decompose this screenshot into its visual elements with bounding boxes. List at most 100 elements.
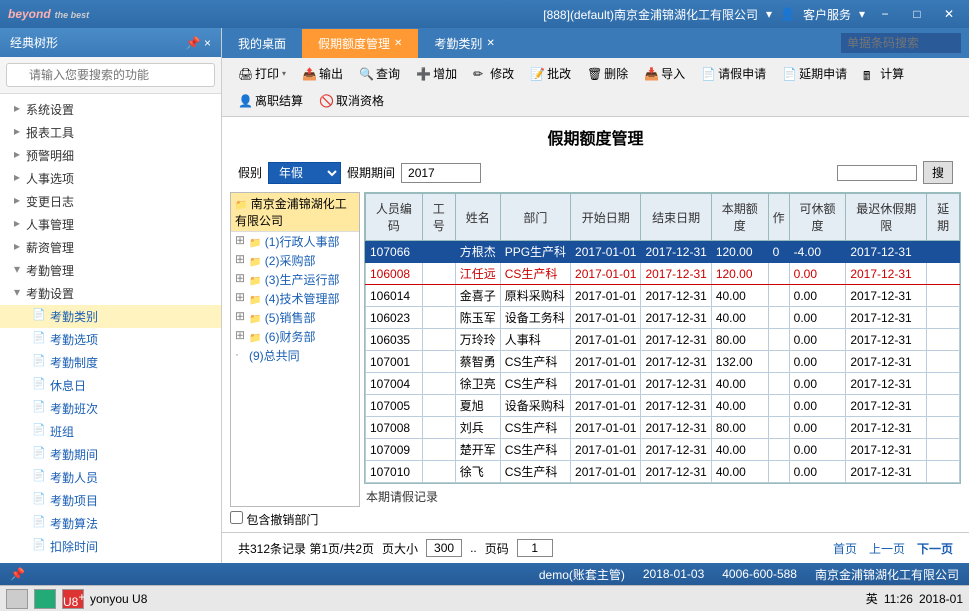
sidebar-item[interactable]: 考勤项目 bbox=[0, 489, 221, 512]
grid-header[interactable]: 本期额度 bbox=[711, 194, 768, 241]
dept-node[interactable]: (9)总共同 bbox=[231, 346, 359, 365]
grid-header[interactable]: 工号 bbox=[422, 194, 455, 241]
sidebar-pin-icon[interactable]: 📌 × bbox=[186, 36, 211, 50]
grid-row[interactable]: 107001蔡智勇CS生产科2017-01-012017-12-31132.00… bbox=[366, 351, 960, 373]
sidebar-item[interactable]: 预警明细 bbox=[0, 144, 221, 167]
sidebar-item[interactable]: 考勤制度 bbox=[0, 351, 221, 374]
grid-row[interactable]: 107004徐卫亮CS生产科2017-01-012017-12-3140.000… bbox=[366, 373, 960, 395]
sidebar-item[interactable]: 薪资管理 bbox=[0, 236, 221, 259]
grid-row[interactable]: 107010徐飞CS生产科2017-01-012017-12-3140.000.… bbox=[366, 461, 960, 483]
toolbar-查询[interactable]: 🔍查询 bbox=[353, 62, 406, 85]
pager-next[interactable]: 下一页 bbox=[917, 540, 953, 557]
grid-row[interactable]: 106035万玲玲人事科2017-01-012017-12-3180.000.0… bbox=[366, 329, 960, 351]
toolbar-删除[interactable]: 🗑删除 bbox=[581, 62, 634, 85]
filter-search-button[interactable]: 搜 bbox=[923, 161, 953, 184]
grid-header[interactable]: 延期 bbox=[927, 194, 960, 241]
grid-row[interactable]: 106023陈玉军设备工务科2017-01-012017-12-3140.000… bbox=[366, 307, 960, 329]
grid-row[interactable]: 106014金喜子原料采购科2017-01-012017-12-3140.000… bbox=[366, 285, 960, 307]
close-button[interactable]: ✕ bbox=[937, 7, 961, 21]
dept-node[interactable]: 📁 (4)技术管理部 bbox=[231, 289, 359, 308]
sidebar-item[interactable]: 报表工具 bbox=[0, 121, 221, 144]
pagesize-input[interactable] bbox=[426, 539, 462, 557]
service-link[interactable]: 客户服务 bbox=[803, 6, 851, 23]
sidebar-item[interactable]: 考勤选项 bbox=[0, 328, 221, 351]
sidebar-tree: 系统设置报表工具预警明细人事选项变更日志人事管理薪资管理考勤管理考勤设置考勤类别… bbox=[0, 94, 221, 563]
toolbar-输出[interactable]: 📤输出 bbox=[296, 62, 349, 85]
tab-search-input[interactable] bbox=[841, 33, 961, 53]
sidebar-item[interactable]: 考勤期间 bbox=[0, 443, 221, 466]
dept-root[interactable]: 📁 南京金浦锦湖化工有限公司 bbox=[231, 193, 359, 232]
sidebar-item[interactable]: 考勤算法 bbox=[0, 512, 221, 535]
grid-row[interactable]: 107005夏旭设备采购科2017-01-012017-12-3140.000.… bbox=[366, 395, 960, 417]
dept-node[interactable]: 📁 (6)财务部 bbox=[231, 327, 359, 346]
ime-indicator[interactable]: 英 bbox=[866, 590, 878, 607]
dept-node[interactable]: 📁 (5)销售部 bbox=[231, 308, 359, 327]
filter-type-select[interactable]: 年假 bbox=[268, 162, 341, 184]
minimize-button[interactable]: − bbox=[873, 7, 897, 21]
grid-header[interactable]: 结束日期 bbox=[641, 194, 711, 241]
toolbar-延期申请[interactable]: 📄延期申请 bbox=[776, 62, 853, 85]
status-pin-icon[interactable]: 📌 bbox=[10, 567, 25, 581]
filter-search-input[interactable] bbox=[837, 165, 917, 181]
toolbar-请假申请[interactable]: 📄请假申请 bbox=[695, 62, 772, 85]
grid-header[interactable]: 部门 bbox=[500, 194, 570, 241]
sidebar-item[interactable]: 人事选项 bbox=[0, 167, 221, 190]
sidebar-search-input[interactable] bbox=[6, 63, 215, 87]
taskbar-item[interactable] bbox=[34, 589, 56, 609]
toolbar-计算[interactable]: 🖩计算 bbox=[857, 62, 910, 85]
sidebar-item[interactable]: 考勤类别 bbox=[0, 305, 221, 328]
grid-row[interactable]: 107009楚开军CS生产科2017-01-012017-12-3140.000… bbox=[366, 439, 960, 461]
sidebar-item[interactable]: 考勤人员 bbox=[0, 466, 221, 489]
include-removed-dept-checkbox[interactable]: 包含撤销部门 bbox=[230, 513, 318, 527]
sidebar-item[interactable]: 系统设置 bbox=[0, 98, 221, 121]
tab-close-icon[interactable]: ✕ bbox=[486, 38, 494, 49]
tab[interactable]: 考勤类别✕ bbox=[418, 29, 510, 58]
dept-tree[interactable]: 📁 南京金浦锦湖化工有限公司 📁 (1)行政人事部📁 (2)采购部📁 (3)生产… bbox=[230, 192, 360, 507]
account-info[interactable]: [888](default)南京金浦锦湖化工有限公司 bbox=[543, 6, 758, 23]
grid-row[interactable]: 106008江任远CS生产科2017-01-012017-12-31120.00… bbox=[366, 263, 960, 285]
toolbar-修改[interactable]: ✏修改 bbox=[467, 62, 520, 85]
toolbar-批改[interactable]: 📝批改 bbox=[524, 62, 577, 85]
sidebar-item[interactable]: 变更日志 bbox=[0, 190, 221, 213]
grid-cell: 万玲玲 bbox=[455, 329, 500, 351]
maximize-button[interactable]: □ bbox=[905, 7, 929, 21]
tab[interactable]: 我的桌面 bbox=[222, 29, 302, 58]
toolbar-增加[interactable]: ➕增加 bbox=[410, 62, 463, 85]
dept-node[interactable]: 📁 (3)生产运行部 bbox=[231, 270, 359, 289]
grid-row[interactable]: 107066方根杰PPG生产科2017-01-012017-12-31120.0… bbox=[366, 241, 960, 263]
pager-first[interactable]: 首页 bbox=[833, 540, 857, 557]
toolbar-icon: 🖨 bbox=[238, 67, 252, 81]
taskbar-item[interactable] bbox=[6, 589, 28, 609]
grid-header[interactable]: 最迟休假期限 bbox=[846, 194, 927, 241]
sidebar-item[interactable]: 移动考勤 bbox=[0, 558, 221, 563]
sidebar-item[interactable]: 考勤管理 bbox=[0, 259, 221, 282]
toolbar-打印[interactable]: 🖨打印▾ bbox=[232, 62, 292, 85]
main-grid[interactable]: 人员编码工号姓名部门开始日期结束日期本期额度作可休额度最迟休假期限延期10706… bbox=[364, 192, 961, 484]
grid-header[interactable]: 姓名 bbox=[455, 194, 500, 241]
tab-close-icon[interactable]: ✕ bbox=[394, 38, 402, 49]
grid-header[interactable]: 作 bbox=[768, 194, 789, 241]
grid-cell: 2017-01-01 bbox=[571, 263, 641, 285]
sidebar-item[interactable]: 休息日 bbox=[0, 374, 221, 397]
toolbar-导入[interactable]: 📥导入 bbox=[638, 62, 691, 85]
pageno-input[interactable] bbox=[517, 539, 553, 557]
sidebar-item[interactable]: 班组 bbox=[0, 420, 221, 443]
sidebar-item[interactable]: 考勤班次 bbox=[0, 397, 221, 420]
filter-period-select[interactable]: 2017 bbox=[401, 163, 481, 183]
pager-prev[interactable]: 上一页 bbox=[869, 540, 905, 557]
grid-header[interactable]: 开始日期 bbox=[571, 194, 641, 241]
toolbar-离职结算[interactable]: 👤离职结算 bbox=[232, 89, 309, 112]
grid-header[interactable]: 可休额度 bbox=[789, 194, 846, 241]
grid-cell: 2017-12-31 bbox=[641, 307, 711, 329]
taskbar-u8-icon[interactable]: U8+ bbox=[62, 589, 84, 609]
dept-node[interactable]: 📁 (2)采购部 bbox=[231, 251, 359, 270]
grid-header[interactable]: 人员编码 bbox=[366, 194, 423, 241]
grid-row[interactable]: 107008刘兵CS生产科2017-01-012017-12-3180.000.… bbox=[366, 417, 960, 439]
tab[interactable]: 假期额度管理✕ bbox=[302, 29, 418, 58]
sidebar-item[interactable]: 考勤设置 bbox=[0, 282, 221, 305]
grid-cell: 132.00 bbox=[711, 351, 768, 373]
toolbar-取消资格[interactable]: 🚫取消资格 bbox=[313, 89, 390, 112]
sidebar-item[interactable]: 扣除时间 bbox=[0, 535, 221, 558]
dept-node[interactable]: 📁 (1)行政人事部 bbox=[231, 232, 359, 251]
sidebar-item[interactable]: 人事管理 bbox=[0, 213, 221, 236]
